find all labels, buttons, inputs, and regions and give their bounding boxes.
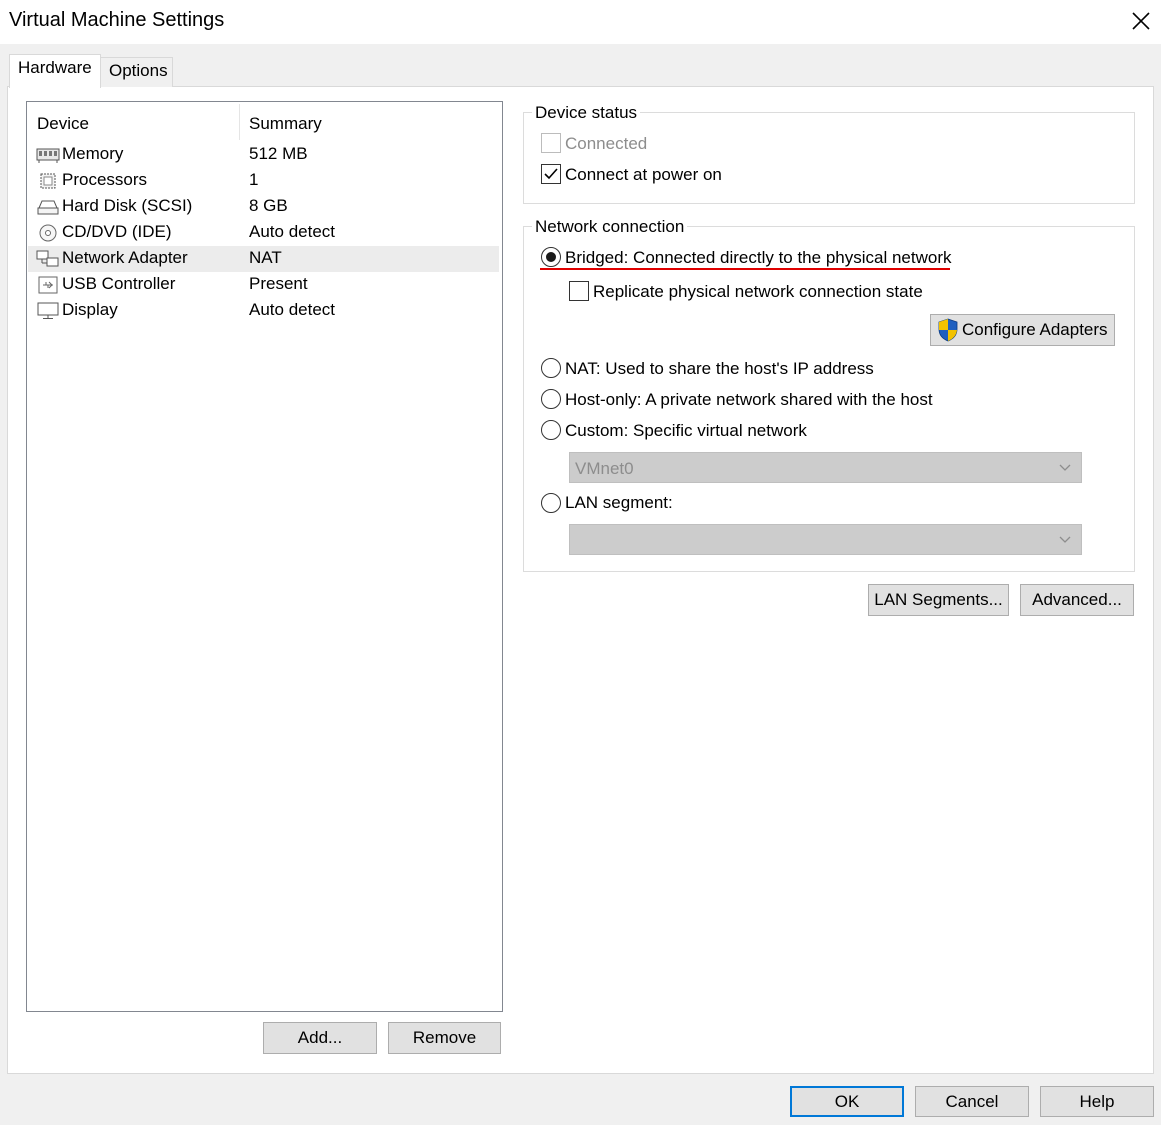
host-only-label: Host-only: A private network shared with… [565,390,933,409]
device-summary: Auto detect [249,222,336,241]
network-adapter-icon [36,250,59,267]
device-row-hard-disk[interactable]: Hard Disk (SCSI) 8 GB [28,194,499,220]
connect-at-power-on-label: Connect at power on [565,165,722,184]
help-button[interactable]: Help [1040,1086,1154,1117]
lan-segment-label: LAN segment: [565,493,673,512]
device-status-group [523,112,1135,204]
device-name: Network Adapter [62,248,188,267]
lan-segment-radio[interactable] [541,493,561,513]
tab-hardware[interactable]: Hardware [9,54,101,88]
device-name: Hard Disk (SCSI) [62,196,193,215]
connect-at-power-on-checkbox[interactable] [541,164,561,184]
device-row-cd-dvd[interactable]: CD/DVD (IDE) Auto detect [28,220,499,246]
nat-label: NAT: Used to share the host's IP address [565,359,874,378]
column-header-summary[interactable]: Summary [249,114,322,134]
network-connection-label: Network connection [532,217,688,237]
device-row-display[interactable]: Display Auto detect [28,298,499,324]
device-name: CD/DVD (IDE) [62,222,172,241]
chevron-down-icon [1059,464,1071,471]
device-summary: NAT [249,248,282,267]
close-icon [1132,12,1150,30]
uac-shield-icon [938,318,958,342]
cancel-button[interactable]: Cancel [915,1086,1029,1117]
configure-adapters-label: Configure Adapters [962,320,1108,339]
custom-radio[interactable] [541,420,561,440]
bridged-label: Bridged: Connected directly to the physi… [565,248,952,267]
device-row-network-adapter[interactable]: Network Adapter NAT [28,246,499,272]
tab-options[interactable]: Options [100,57,173,87]
column-separator[interactable] [239,104,240,140]
custom-network-value: VMnet0 [575,459,634,478]
window-title: Virtual Machine Settings [9,9,225,31]
device-row-memory[interactable]: Memory 512 MB [28,142,499,168]
device-row-processors[interactable]: Processors 1 [28,168,499,194]
device-summary: 1 [249,170,259,189]
ok-button[interactable]: OK [790,1086,904,1117]
advanced-button[interactable]: Advanced... [1020,584,1134,616]
processor-icon [40,173,56,189]
device-name: USB Controller [62,274,176,293]
lan-segments-button[interactable]: LAN Segments... [868,584,1009,616]
replicate-state-label: Replicate physical network connection st… [593,282,923,301]
device-summary: Auto detect [249,300,336,319]
custom-network-select[interactable]: VMnet0 [569,452,1082,483]
memory-icon [36,148,60,163]
host-only-radio[interactable] [541,389,561,409]
hard-disk-icon [37,200,59,215]
remove-button[interactable]: Remove [388,1022,501,1054]
device-summary: Present [249,274,308,293]
usb-icon [38,276,58,294]
connected-checkbox[interactable] [541,133,561,153]
configure-adapters-button[interactable]: Configure Adapters [930,314,1115,346]
close-button[interactable] [1124,4,1158,38]
device-status-label: Device status [532,103,641,123]
replicate-state-checkbox[interactable] [569,281,589,301]
add-button[interactable]: Add... [263,1022,377,1054]
nat-radio[interactable] [541,358,561,378]
device-name: Memory [62,144,124,163]
annotation-underline [540,268,950,270]
device-name: Processors [62,170,148,189]
device-summary: 512 MB [249,144,308,163]
chevron-down-icon [1059,536,1071,543]
bridged-radio[interactable] [541,247,561,267]
connected-label: Connected [565,134,648,153]
radio-selected-dot [546,252,556,262]
cd-dvd-icon [39,224,57,242]
device-name: Display [62,300,118,319]
display-icon [37,302,59,319]
checkmark-icon [544,168,558,180]
custom-label: Custom: Specific virtual network [565,421,807,440]
column-header-device[interactable]: Device [37,114,89,134]
lan-segment-select[interactable] [569,524,1082,555]
device-summary: 8 GB [249,196,288,215]
device-row-usb-controller[interactable]: USB Controller Present [28,272,499,298]
